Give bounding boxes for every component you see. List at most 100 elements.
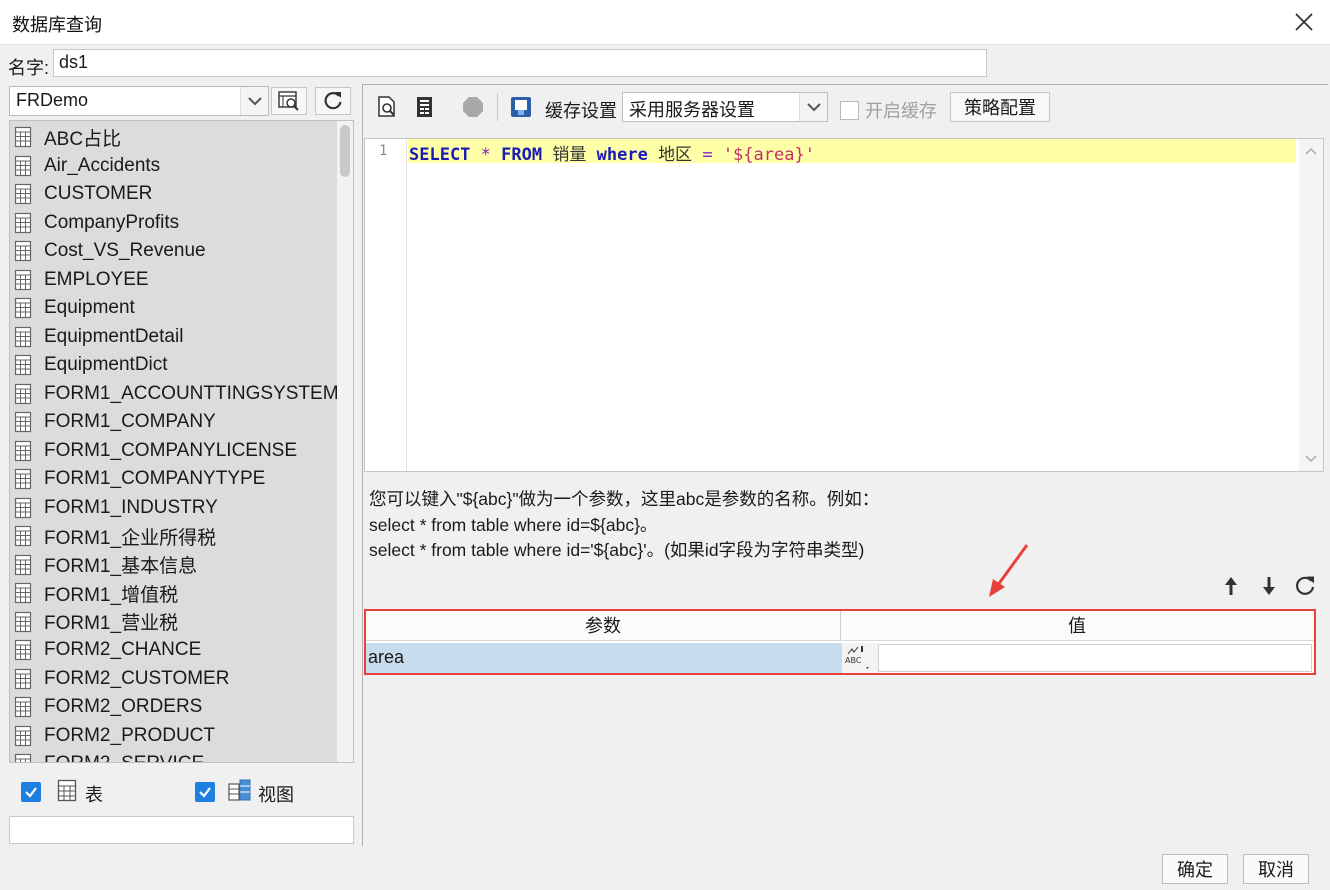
list-item[interactable]: FORM1_企业所得税 bbox=[10, 522, 338, 551]
cache-settings-icon[interactable] bbox=[509, 95, 533, 119]
table-icon bbox=[14, 640, 32, 661]
table-name-label: Equipment bbox=[44, 297, 135, 319]
chevron-down-icon[interactable] bbox=[799, 93, 827, 121]
stop-icon bbox=[463, 97, 483, 117]
list-item[interactable]: Equipment bbox=[10, 294, 338, 323]
param-value-input[interactable] bbox=[878, 644, 1312, 672]
sql-line-1[interactable]: SELECT * FROM 销量 where 地区 = '${area}' bbox=[408, 139, 1296, 165]
preview-table-button[interactable] bbox=[271, 87, 307, 115]
chevron-down-icon[interactable] bbox=[240, 87, 268, 115]
close-icon[interactable] bbox=[1292, 10, 1316, 34]
move-up-icon[interactable] bbox=[1219, 574, 1243, 598]
refresh-icon bbox=[324, 92, 342, 110]
show-views-checkbox[interactable] bbox=[195, 782, 215, 802]
table-icon bbox=[14, 184, 32, 205]
cache-mode-select[interactable]: 采用服务器设置 bbox=[622, 92, 828, 122]
param-name-cell[interactable]: area bbox=[366, 643, 842, 673]
hint-line-2: select * from table where id=${abc}。 bbox=[369, 514, 658, 535]
show-tables-checkbox[interactable] bbox=[21, 782, 41, 802]
move-down-icon[interactable] bbox=[1257, 574, 1281, 598]
filter-row: 表 视图 bbox=[9, 774, 354, 810]
scroll-up-icon[interactable] bbox=[1305, 147, 1317, 155]
window-title: 数据库查询 bbox=[12, 15, 102, 35]
refresh-tables-button[interactable] bbox=[315, 87, 351, 115]
table-icon bbox=[14, 668, 32, 689]
editor-gutter: 1 bbox=[365, 139, 407, 471]
table-name-label: FORM1_增值税 bbox=[44, 584, 179, 606]
cache-settings-label: 缓存设置 bbox=[545, 101, 617, 121]
list-item[interactable]: FORM2_CUSTOMER bbox=[10, 665, 338, 694]
sql-string: '${area}' bbox=[722, 145, 815, 165]
policy-config-button[interactable]: 策略配置 bbox=[950, 92, 1050, 122]
list-item[interactable]: FORM1_增值税 bbox=[10, 579, 338, 608]
table-filter-input[interactable] bbox=[9, 816, 354, 844]
scroll-down-icon[interactable] bbox=[1305, 455, 1317, 463]
list-item[interactable]: FORM1_COMPANYTYPE bbox=[10, 465, 338, 494]
list-item[interactable]: Cost_VS_Revenue bbox=[10, 237, 338, 266]
parameter-table: 参数 值 area ABC bbox=[364, 609, 1316, 675]
list-item[interactable]: CompanyProfits bbox=[10, 209, 338, 238]
list-item[interactable]: Air_Accidents bbox=[10, 152, 338, 181]
param-type-selector[interactable]: ABC bbox=[842, 643, 878, 673]
enable-cache-label: 开启缓存 bbox=[865, 101, 937, 121]
parameter-hint: 您可以键入"${abc}"做为一个参数，这里abc是参数的名称。例如： sele… bbox=[369, 487, 879, 564]
table-icon bbox=[14, 440, 32, 461]
list-item[interactable]: FORM1_COMPANY bbox=[10, 408, 338, 437]
table-row[interactable]: area ABC bbox=[366, 643, 1314, 673]
cancel-button[interactable]: 取消 bbox=[1243, 854, 1309, 884]
list-item[interactable]: FORM1_ACCOUNTTINGSYSTEM bbox=[10, 380, 339, 409]
name-label: 名字: bbox=[8, 58, 50, 78]
table-name-label: FORM1_基本信息 bbox=[44, 556, 198, 578]
list-item[interactable]: FORM2_ORDERS bbox=[10, 693, 338, 722]
table-list-items: ABC占比 Air_Accidents CUSTOMER CompanyProfits… bbox=[10, 123, 339, 762]
table-name-label: EquipmentDetail bbox=[44, 325, 184, 347]
ok-button[interactable]: 确定 bbox=[1162, 854, 1228, 884]
list-item[interactable]: FORM1_基本信息 bbox=[10, 551, 338, 580]
sql-table-name: 销量 bbox=[552, 145, 587, 165]
list-item[interactable]: FORM1_INDUSTRY bbox=[10, 494, 338, 523]
title-bar: 数据库查询 bbox=[0, 0, 1330, 44]
table-icon bbox=[14, 697, 32, 718]
list-item[interactable]: CUSTOMER bbox=[10, 180, 338, 209]
refresh-params-icon[interactable] bbox=[1293, 574, 1317, 598]
table-icon bbox=[14, 212, 32, 233]
list-item[interactable]: ABC占比 bbox=[10, 123, 338, 152]
table-name-label: FORM1_企业所得税 bbox=[44, 527, 217, 549]
list-item[interactable]: FORM2_CHANCE bbox=[10, 636, 338, 665]
sql-keyword: FROM bbox=[501, 145, 543, 165]
list-item[interactable]: FORM2_SERVICE bbox=[10, 750, 338, 762]
table-list[interactable]: ABC占比 Air_Accidents CUSTOMER CompanyProfits… bbox=[9, 120, 354, 763]
enable-cache-checkbox[interactable]: 开启缓存 bbox=[840, 97, 937, 123]
preview-icon bbox=[278, 91, 299, 111]
table-name-label: Air_Accidents bbox=[44, 154, 161, 176]
column-header-param[interactable]: 参数 bbox=[366, 611, 841, 641]
column-header-value[interactable]: 值 bbox=[842, 611, 1312, 641]
table-name-label: FORM1_营业税 bbox=[44, 613, 179, 635]
sql-operator: * bbox=[480, 145, 491, 165]
table-icon bbox=[14, 269, 32, 290]
toolbar-divider bbox=[497, 93, 498, 121]
list-item[interactable]: EMPLOYEE bbox=[10, 266, 338, 295]
table-icon bbox=[14, 554, 32, 575]
table-icon bbox=[14, 497, 32, 518]
table-list-scrollbar[interactable] bbox=[337, 121, 353, 762]
table-name-label: FORM2_ORDERS bbox=[44, 696, 203, 718]
list-item[interactable]: EquipmentDict bbox=[10, 351, 338, 380]
table-icon bbox=[14, 326, 32, 347]
sql-format-icon[interactable] bbox=[413, 95, 437, 119]
show-views-label: 视图 bbox=[258, 785, 294, 805]
connection-select[interactable]: FRDemo bbox=[9, 86, 269, 116]
table-name-label: CUSTOMER bbox=[44, 183, 153, 205]
list-item[interactable]: FORM1_COMPANYLICENSE bbox=[10, 437, 338, 466]
list-item[interactable]: FORM2_PRODUCT bbox=[10, 722, 338, 751]
table-name-label: EquipmentDict bbox=[44, 354, 168, 376]
name-input[interactable]: ds1 bbox=[53, 49, 987, 77]
editor-scrollbar[interactable] bbox=[1299, 139, 1323, 471]
sql-keyword: where bbox=[596, 145, 648, 165]
list-item[interactable]: EquipmentDetail bbox=[10, 323, 338, 352]
enable-cache-box[interactable] bbox=[840, 100, 859, 120]
preview-data-icon[interactable] bbox=[375, 95, 399, 119]
list-item[interactable]: FORM1_营业税 bbox=[10, 608, 338, 637]
sql-editor[interactable]: 1 SELECT * FROM 销量 where 地区 = '${area}' bbox=[364, 138, 1324, 472]
scrollbar-thumb[interactable] bbox=[340, 125, 350, 177]
